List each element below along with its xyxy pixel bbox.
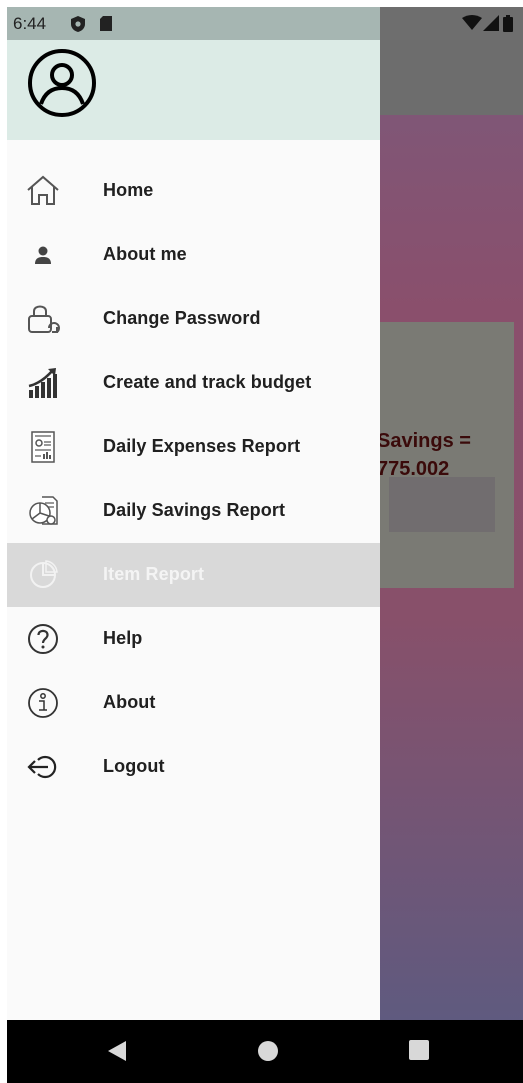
drawer-item-label: Daily Expenses Report: [103, 436, 301, 456]
help-circle-icon: [25, 621, 61, 657]
recents-square-icon[interactable]: [409, 1040, 429, 1065]
account-circle-icon[interactable]: [27, 48, 97, 118]
drawer-item-label: Home: [103, 180, 154, 200]
drawer-item-label: Logout: [103, 756, 165, 776]
signal-icon: [483, 15, 499, 36]
wifi-icon: [462, 15, 482, 36]
shield-icon: [70, 15, 86, 38]
home-icon: [25, 173, 61, 209]
home-circle-icon[interactable]: [257, 1040, 279, 1067]
drawer-menu: Home About me Change Password Create and…: [7, 159, 380, 799]
screen: Savings = 775.002 6:44 Home About me Cha…: [7, 7, 523, 1083]
drawer-item-label: Change Password: [103, 308, 261, 328]
logout-icon: [25, 749, 61, 785]
navigation-drawer: Home About me Change Password Create and…: [7, 40, 380, 1020]
drawer-item-logout[interactable]: Logout: [7, 735, 380, 799]
info-circle-icon: [25, 685, 61, 721]
drawer-item-label: Item Report: [103, 564, 205, 584]
back-icon[interactable]: [107, 1040, 127, 1067]
system-navigation-bar: [7, 1020, 523, 1083]
drawer-item-label: Help: [103, 628, 143, 648]
status-bar-right: [380, 7, 523, 40]
pie-report-icon: [25, 493, 61, 529]
background-card-inner: [389, 477, 495, 532]
savings-value: 775.002: [377, 458, 450, 480]
lock-refresh-icon: [25, 301, 61, 337]
drawer-item-daily-expenses-report[interactable]: Daily Expenses Report: [7, 415, 380, 479]
drawer-item-item-report[interactable]: Item Report: [7, 543, 380, 607]
drawer-item-about-me[interactable]: About me: [7, 223, 380, 287]
drawer-item-label: About: [103, 692, 156, 712]
drawer-item-label: About me: [103, 244, 187, 264]
drawer-item-about[interactable]: About: [7, 671, 380, 735]
growth-chart-icon: [25, 365, 61, 401]
person-icon: [25, 237, 61, 273]
savings-label: Savings =: [377, 430, 471, 452]
drawer-item-home[interactable]: Home: [7, 159, 380, 223]
background-card: [379, 322, 514, 588]
drawer-item-help[interactable]: Help: [7, 607, 380, 671]
status-time: 6:44: [13, 14, 47, 33]
drawer-item-create-track-budget[interactable]: Create and track budget: [7, 351, 380, 415]
sd-card-icon: [99, 15, 113, 37]
drawer-item-label: Daily Savings Report: [103, 500, 286, 520]
report-document-icon: [25, 429, 61, 465]
drawer-item-daily-savings-report[interactable]: Daily Savings Report: [7, 479, 380, 543]
drawer-header: [7, 40, 380, 140]
status-bar: 6:44: [7, 7, 523, 40]
drawer-item-change-password[interactable]: Change Password: [7, 287, 380, 351]
battery-icon: [503, 15, 513, 37]
status-bar-left: [7, 7, 380, 40]
drawer-item-label: Create and track budget: [103, 372, 312, 392]
pie-chart-icon: [25, 557, 61, 593]
